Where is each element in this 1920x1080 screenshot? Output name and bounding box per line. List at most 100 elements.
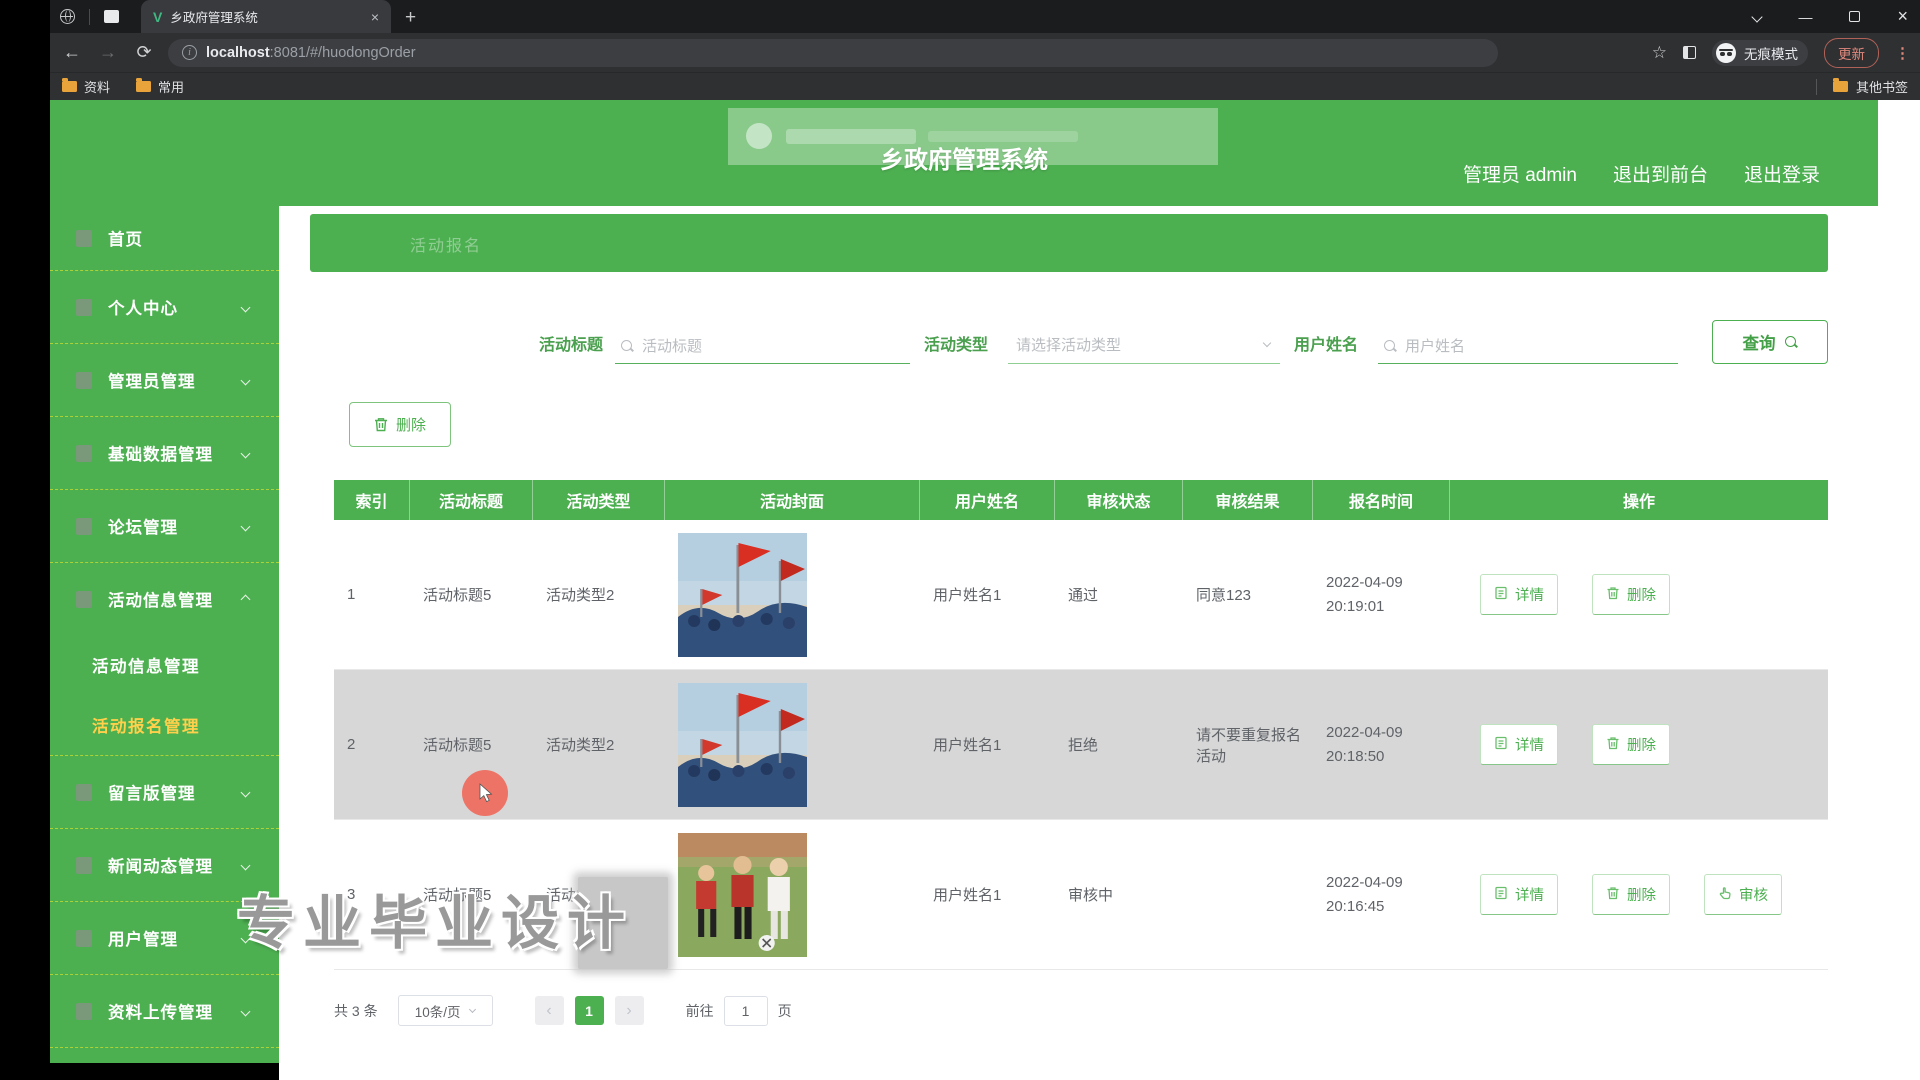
sidebar-item-基础数据管理[interactable]: 基础数据管理 [50,417,279,489]
delete-button-label: 删除 [1627,584,1656,605]
detail-button-label: 详情 [1515,884,1544,905]
cell-cover [665,670,920,819]
page-banner-ghost-text: 活动报名 [410,232,482,256]
trash-icon [1606,586,1620,604]
sidebar-item-首页[interactable]: 首页 [50,206,279,270]
cell-index: 2 [334,670,410,819]
current-page[interactable]: 1 [575,996,604,1025]
sidebar-subitem-活动信息管理[interactable]: 活动信息管理 [50,635,279,695]
folder-icon [62,81,77,92]
address-bar[interactable]: i localhost:8081/#/huodongOrder [168,39,1498,67]
sidebar-item-资料上传管理[interactable]: 资料上传管理 [50,975,279,1047]
bookmark-item[interactable]: 资料 [62,77,110,96]
page-banner: 活动报名 [310,214,1828,272]
trash-icon [1606,886,1620,904]
detail-button[interactable]: 详情 [1480,574,1558,615]
chevron-down-icon [242,298,249,316]
delete-button[interactable]: 删除 [1592,574,1670,615]
globe-icon [60,9,75,24]
header-links: 管理员 admin 退出到前台 退出登录 [1463,100,1820,206]
cell-cover [665,520,920,669]
cell-audit-result: 请不要重复报名活动 [1183,670,1313,819]
soccer-photo [678,833,807,957]
sidebar-item-个人中心[interactable]: 个人中心 [50,271,279,343]
mouse-cursor-highlight [462,770,508,816]
back-icon[interactable]: ← [60,42,84,63]
document-icon [1494,586,1508,604]
user-name-field[interactable] [1405,338,1676,355]
user-name-input[interactable] [1378,338,1678,364]
sidebar-item-管理员管理[interactable]: 管理员管理 [50,344,279,416]
crowd-flags-photo [678,683,807,807]
letterbox-strip [0,0,50,1080]
prev-page-button[interactable]: ‹ [535,996,564,1025]
sidebar-subitem-活动报名管理[interactable]: 活动报名管理 [50,695,279,755]
page-size-select[interactable]: 10条/页 [398,995,493,1026]
bulk-delete-button[interactable]: 删除 [349,402,451,447]
detail-button[interactable]: 详情 [1480,874,1558,915]
minimize-button[interactable]: — [1798,9,1812,25]
audit-button[interactable]: 审核 [1704,874,1782,915]
cell-index: 1 [334,520,410,669]
activity-type-select[interactable]: 请选择活动类型 [1008,334,1280,364]
tab-close-icon[interactable]: × [371,9,379,25]
site-info-icon[interactable]: i [182,45,197,60]
activity-title-input[interactable] [615,338,910,364]
cell-audit-status: 审核中 [1055,820,1183,969]
menu-dots-icon[interactable]: ⋮ [1895,44,1910,62]
next-page-button[interactable]: › [615,996,644,1025]
sidebar-item-label: 首页 [108,226,143,250]
sidebar-subitem-label: 活动报名管理 [92,713,200,737]
new-tab-button[interactable]: + [405,7,416,33]
sidebar-item-label: 留言版管理 [108,780,196,804]
tab-blank[interactable] [94,0,129,33]
reload-icon[interactable]: ⟳ [132,42,156,63]
window-controls: — × [1753,0,1908,33]
cursor-icon [475,782,495,804]
register-date: 2022-04-09 [1326,571,1403,595]
delete-button[interactable]: 删除 [1592,874,1670,915]
window-chevron-icon[interactable] [1752,11,1763,22]
detail-button[interactable]: 详情 [1480,724,1558,765]
bookmark-star-icon[interactable]: ☆ [1652,43,1667,63]
close-button[interactable]: × [1897,6,1908,27]
browser-urlbar: ← → ⟳ i localhost:8081/#/huodongOrder ☆ … [50,33,1920,72]
activity-title-field[interactable] [642,338,908,355]
profile-icon [76,299,92,316]
cell-user-name: 用户姓名1 [920,670,1055,819]
table-row[interactable]: 2活动标题5活动类型2 用户姓名1拒绝请不要重复报名活动2022-04-0920… [334,670,1828,820]
forward-icon[interactable]: → [96,42,120,63]
cell-register-time: 2022-04-0920:19:01 [1313,520,1450,669]
goto-page-input[interactable] [724,996,768,1026]
sidebar-item-活动信息管理[interactable]: 活动信息管理 [50,563,279,635]
sidebar-item-label: 个人中心 [108,295,178,319]
restore-button[interactable] [1849,11,1860,22]
chevron-down-icon [242,371,249,389]
column-header-活动封面: 活动封面 [665,480,920,520]
sidebar-item-label: 管理员管理 [108,368,196,392]
users-icon [76,930,92,947]
chevron-down-icon [469,1006,476,1013]
delete-button[interactable]: 删除 [1592,724,1670,765]
sidebar-item-label: 基础数据管理 [108,441,213,465]
exit-to-front-link[interactable]: 退出到前台 [1613,160,1708,187]
other-bookmarks[interactable]: 其他书签 [1816,77,1908,96]
bookmark-item[interactable]: 常用 [136,77,184,96]
side-panel-icon[interactable] [1683,46,1696,59]
tab-globe[interactable] [50,0,85,33]
update-button[interactable]: 更新 [1824,38,1879,68]
cell-actions: 详情删除 [1450,670,1828,819]
chevron-down-icon [242,783,249,801]
chevron-down-icon [242,1002,249,1020]
register-date: 2022-04-09 [1326,871,1403,895]
table-row[interactable]: 1活动标题5活动类型2 用户姓名1通过同意1232022-04-0920:19:… [334,520,1828,670]
logout-link[interactable]: 退出登录 [1744,160,1820,187]
register-time: 20:19:01 [1326,595,1384,619]
pagination: 共 3 条 10条/页 ‹ 1 › 前往 页 [334,995,1828,1026]
sidebar-item-留言版管理[interactable]: 留言版管理 [50,756,279,828]
chevron-down-icon [1263,339,1271,347]
sidebar-menu-block: 个人中心 [50,271,279,344]
sidebar-item-论坛管理[interactable]: 论坛管理 [50,490,279,562]
query-button[interactable]: 查询 [1712,320,1828,364]
active-tab[interactable]: V 乡政府管理系统 × [141,0,391,33]
